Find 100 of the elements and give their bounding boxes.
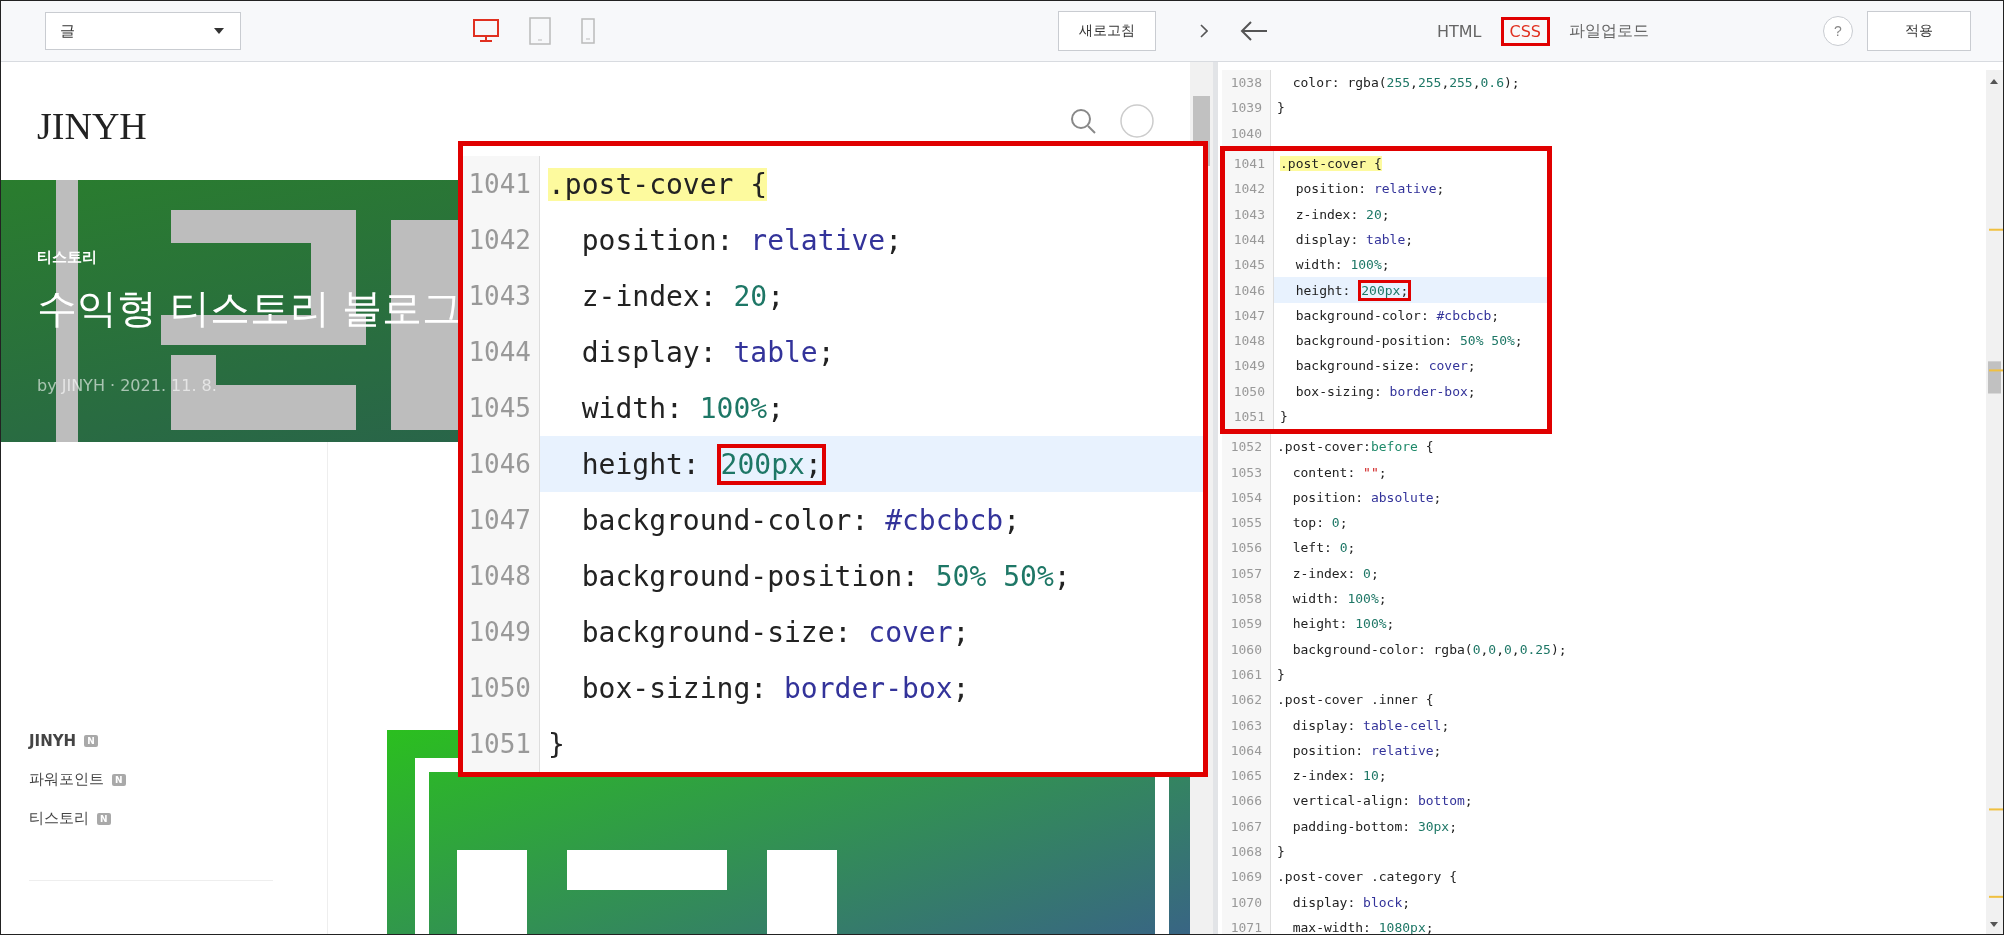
- line-number: 1051: [1225, 403, 1274, 430]
- code-line: background-size: cover;: [1294, 357, 1477, 376]
- new-badge: N: [112, 773, 126, 786]
- code-line: width: 100%;: [1294, 256, 1391, 275]
- code-line: background-position: 50% 50%;: [1294, 332, 1524, 351]
- line-number: 1063: [1222, 712, 1271, 738]
- line-number: 1061: [1222, 661, 1271, 688]
- code-line: vertical-align: bottom;: [1291, 792, 1474, 811]
- help-button[interactable]: ?: [1823, 16, 1853, 46]
- line-number: 1048: [463, 548, 540, 604]
- category-link[interactable]: 티스토리 N: [29, 809, 327, 828]
- line-number: 1068: [1222, 838, 1271, 865]
- line-number: 1047: [463, 492, 540, 548]
- code-line: background-color: #cbcbcb;: [580, 502, 1022, 539]
- code-line: width: 100%;: [580, 390, 785, 427]
- new-badge: N: [84, 735, 98, 747]
- code-line: }: [1276, 99, 1286, 118]
- code-line: z-index: 20;: [1294, 205, 1391, 224]
- code-line: width: 100%;: [1291, 590, 1388, 609]
- code-line: color: rgba(255,255,255,0.6);: [1291, 74, 1521, 93]
- line-number: 1054: [1222, 484, 1271, 511]
- blog-title: JINYH: [37, 104, 147, 148]
- editor-tab[interactable]: HTML: [1428, 16, 1491, 46]
- chevron-right-icon[interactable]: [1200, 24, 1208, 38]
- apply-button[interactable]: 적용: [1867, 11, 1971, 51]
- line-number: 1056: [1222, 535, 1271, 561]
- line-number: 1055: [1222, 510, 1271, 536]
- line-number: 1039: [1222, 95, 1271, 121]
- line-number: 1045: [1225, 252, 1274, 278]
- refresh-button[interactable]: 새로고침: [1058, 11, 1156, 51]
- code-line: display: table;: [580, 334, 836, 371]
- code-line: z-index: 10;: [1291, 767, 1388, 786]
- new-badge: N: [97, 812, 111, 825]
- code-line: background-color: #cbcbcb;: [1294, 306, 1501, 325]
- editor-tab[interactable]: CSS: [1500, 16, 1550, 46]
- code-line: }: [1276, 665, 1286, 684]
- category-link[interactable]: 파워포인트 N: [29, 770, 327, 789]
- search-icon[interactable]: [1068, 106, 1098, 136]
- code-line: display: table-cell;: [1291, 716, 1451, 735]
- line-number: 1038: [1222, 70, 1271, 96]
- line-number: 1043: [463, 268, 540, 324]
- line-number: 1065: [1222, 763, 1271, 789]
- code-line: box-sizing: border-box;: [1294, 382, 1477, 401]
- editor-tab[interactable]: 파일업로드: [1560, 15, 1658, 47]
- code-line: }: [547, 726, 566, 763]
- line-number: 1049: [1225, 353, 1274, 379]
- line-number: 1050: [463, 660, 540, 716]
- code-line: padding-bottom: 30px;: [1291, 817, 1459, 836]
- line-number: 1047: [1225, 302, 1274, 328]
- code-line: z-index: 20;: [580, 278, 785, 315]
- line-number: 1069: [1222, 864, 1271, 890]
- scrollbar[interactable]: [1986, 70, 2003, 934]
- line-number: 1048: [1225, 327, 1274, 354]
- callout-box: 200px;: [1358, 279, 1412, 301]
- code-line: height: 100%;: [1291, 615, 1396, 634]
- code-line: position: relative;: [1291, 741, 1443, 760]
- code-line: position: relative;: [1294, 180, 1446, 199]
- code-line: display: table;: [1294, 230, 1415, 249]
- code-line: left: 0;: [1291, 539, 1357, 558]
- code-line: position: relative;: [580, 222, 903, 259]
- code-line: .post-cover .category {: [1276, 868, 1458, 887]
- code-line: .post-cover .inner {: [1276, 691, 1435, 710]
- code-line: position: absolute;: [1291, 488, 1443, 507]
- device-button[interactable]: [473, 19, 499, 43]
- code-line: max-width: 1080px;: [1291, 918, 1435, 934]
- phone-icon: [581, 18, 595, 44]
- line-number: 1044: [1225, 226, 1274, 253]
- line-number: 1043: [1225, 201, 1274, 227]
- line-number: 1046: [1225, 277, 1274, 303]
- line-number: 1064: [1222, 737, 1271, 763]
- code-line: content: "";: [1291, 463, 1388, 482]
- line-number: 1049: [463, 604, 540, 660]
- code-line: background-position: 50% 50%;: [580, 558, 1072, 595]
- line-number: 1040: [1222, 120, 1271, 146]
- line-number: 1058: [1222, 585, 1271, 612]
- line-number: 1066: [1222, 788, 1271, 814]
- code-line: background-size: cover;: [580, 614, 971, 651]
- line-number: 1041: [463, 156, 540, 212]
- line-number: 1050: [1225, 378, 1274, 404]
- line-number: 1067: [1222, 813, 1271, 839]
- line-number: 1057: [1222, 560, 1271, 586]
- line-number: 1044: [463, 324, 540, 380]
- post-type-select[interactable]: 글: [45, 12, 241, 50]
- tablet-icon: [529, 17, 551, 45]
- line-number: 1042: [463, 212, 540, 268]
- code-line: background-color: rgba(0,0,0,0.25);: [1291, 640, 1568, 659]
- back-arrow-icon[interactable]: [1240, 20, 1268, 42]
- line-number: 1060: [1222, 636, 1271, 662]
- line-number: 1053: [1222, 459, 1271, 485]
- code-line: display: block;: [1291, 893, 1412, 912]
- code-line: }: [1279, 408, 1289, 426]
- line-number: 1045: [463, 380, 540, 436]
- code-line: box-sizing: border-box;: [580, 670, 971, 707]
- line-number: 1059: [1222, 611, 1271, 637]
- code-line: }: [1276, 843, 1286, 862]
- code-line: z-index: 0;: [1291, 564, 1380, 583]
- line-number: 1041: [1225, 150, 1274, 177]
- line-number: 1070: [1222, 889, 1271, 915]
- category-link[interactable]: JINYH N: [29, 732, 327, 750]
- line-number: 1052: [1222, 434, 1271, 460]
